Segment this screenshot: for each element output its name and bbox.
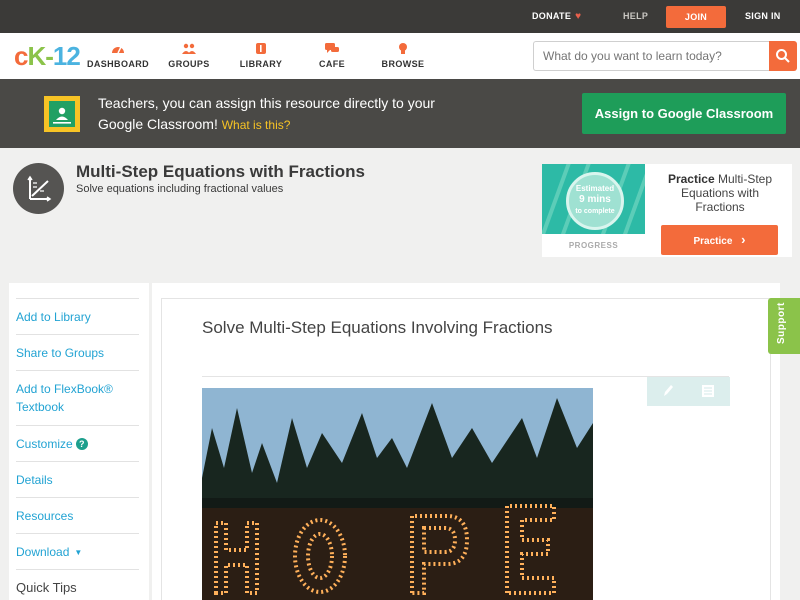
help-icon[interactable]: ? (75, 438, 88, 450)
nav-library[interactable]: LIBRARY (238, 43, 284, 69)
nav-dashboard[interactable]: DASHBOARD (86, 43, 150, 69)
support-tab[interactable]: Support (768, 298, 800, 354)
practice-card: Estimated 9 mins to complete PROGRESS Pr… (542, 164, 792, 257)
share-to-groups-link[interactable]: Share to Groups (16, 334, 139, 362)
assign-google-classroom-button[interactable]: Assign to Google Classroom (582, 93, 786, 134)
help-link[interactable]: HELP (623, 0, 648, 33)
lesson-title: Solve Multi-Step Equations Involving Fra… (202, 318, 553, 337)
edit-toolbar (647, 377, 730, 406)
practice-title: Practice Multi-Step Equations with Fract… (667, 172, 773, 214)
lesson-image-hope (202, 388, 593, 600)
download-link[interactable]: Download ▼ (16, 533, 139, 562)
google-classroom-icon (44, 96, 80, 132)
concept-title: Multi-Step Equations with Fractions (76, 162, 365, 181)
estimated-time-badge: Estimated 9 mins to complete (566, 172, 624, 230)
chevron-right-icon: › (741, 232, 746, 247)
utility-bar: DONATE ♥ HELP JOIN SIGN IN (0, 0, 800, 33)
progress-label: PROGRESS (568, 241, 619, 250)
lesson-panel: Solve Multi-Step Equations Involving Fra… (161, 298, 771, 600)
ck12-logo[interactable]: cK-12 (14, 41, 81, 72)
classroom-message: Teachers, you can assign this resource d… (98, 93, 448, 136)
people-icon (182, 43, 196, 54)
add-to-flexbook-link[interactable]: Add to FlexBook® Textbook (16, 370, 139, 416)
search-input[interactable] (533, 41, 770, 71)
book-icon (256, 43, 266, 54)
gauge-icon (112, 46, 124, 54)
main-navigation: cK-12 DASHBOARD GROUPS LIBRARY CAFE BROW… (0, 33, 800, 79)
sign-in-link[interactable]: SIGN IN (745, 0, 781, 33)
customize-link[interactable]: Customize? (16, 425, 139, 453)
practice-illustration: Estimated 9 mins to complete (542, 164, 645, 234)
donate-link[interactable]: DONATE ♥ (532, 0, 581, 33)
heart-icon: ♥ (575, 11, 582, 22)
search-button[interactable] (769, 41, 797, 71)
donate-label: DONATE (532, 11, 572, 21)
main-content: Solve Multi-Step Equations Involving Fra… (152, 283, 780, 600)
graph-icon (13, 163, 64, 214)
concept-subtitle: Solve equations including fractional val… (76, 183, 284, 195)
nav-cafe[interactable]: CAFE (312, 43, 352, 69)
pencil-icon[interactable] (662, 384, 674, 398)
quick-tips-heading[interactable]: Quick Tips (16, 569, 139, 595)
sidebar: Add to Library Share to Groups Add to Fl… (9, 283, 149, 600)
google-classroom-banner: Teachers, you can assign this resource d… (0, 79, 800, 148)
notes-icon[interactable] (701, 384, 715, 398)
practice-button[interactable]: Practice › (661, 225, 778, 255)
resources-link[interactable]: Resources (16, 497, 139, 525)
nav-groups[interactable]: GROUPS (166, 43, 212, 69)
lightbulb-icon (399, 43, 407, 54)
join-button[interactable]: JOIN (666, 6, 726, 28)
caret-down-icon: ▼ (74, 548, 83, 557)
search-icon (776, 49, 790, 63)
nav-browse[interactable]: BROWSE (380, 43, 426, 69)
details-link[interactable]: Details (16, 461, 139, 489)
what-is-this-link[interactable]: What is this? (222, 118, 291, 132)
chat-icon (325, 43, 339, 53)
add-to-library-link[interactable]: Add to Library (16, 298, 139, 326)
